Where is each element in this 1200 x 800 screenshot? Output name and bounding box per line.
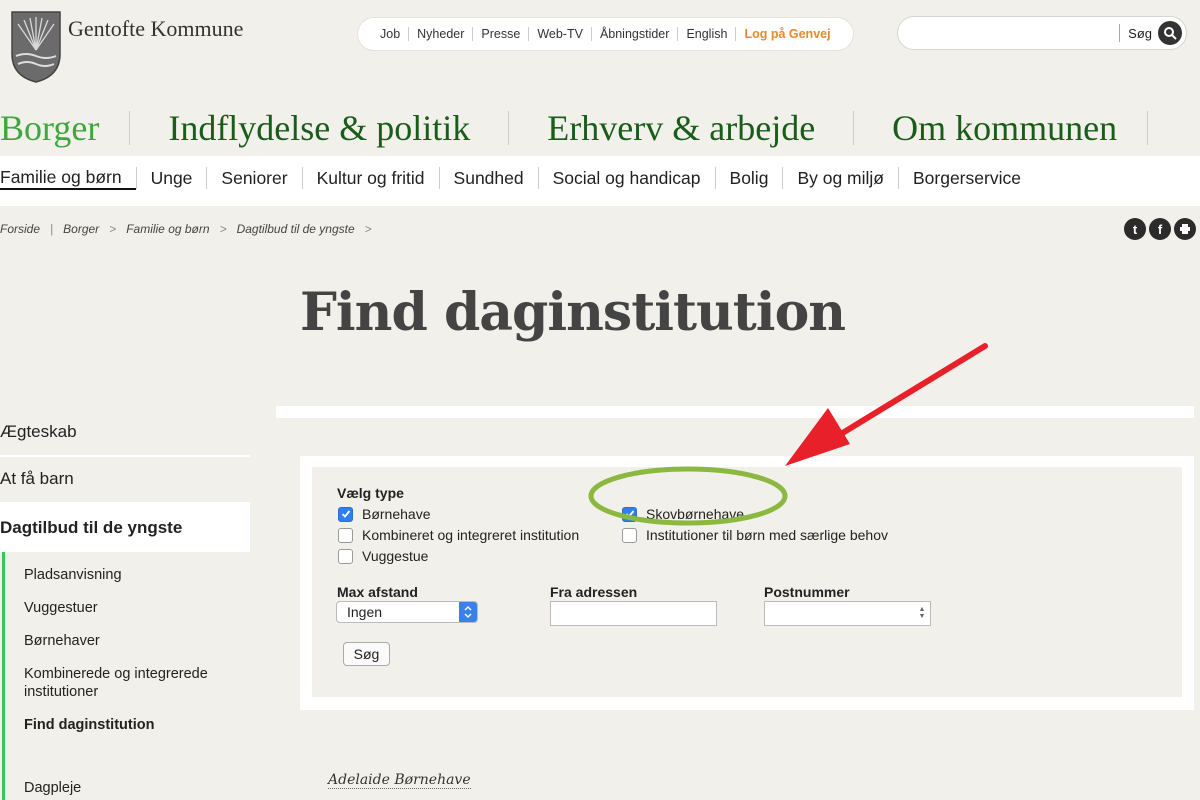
sidebar-subitem-pladsanvisning[interactable]: Pladsanvisning [24, 552, 250, 591]
subnav-social-og-handicap[interactable]: Social og handicap [537, 167, 715, 189]
breadcrumb-separator: > [219, 222, 227, 236]
nav-divider [129, 111, 131, 145]
postal-input[interactable]: ▲ ▼ [764, 601, 931, 626]
nav-divider [853, 111, 855, 145]
main-nav: Borger Indflydelse & politik Erhverv & a… [0, 102, 1200, 154]
utility-link-job[interactable]: Job [372, 27, 408, 41]
checkbox-unchecked[interactable] [338, 527, 353, 543]
utility-link-english[interactable]: English [677, 27, 735, 41]
max-distance-select[interactable]: Ingen [336, 601, 478, 623]
search-submit-button[interactable]: Søg [343, 642, 390, 666]
page-title: Find daginstitution [300, 282, 846, 343]
checkbox-unchecked[interactable] [622, 527, 637, 543]
checkbox-vuggestue[interactable]: Vuggestue [338, 548, 428, 564]
checkbox-checked[interactable] [622, 506, 637, 522]
checkbox-label: Børnehave [362, 506, 431, 522]
checkbox-boernehave[interactable]: Børnehave [338, 506, 430, 522]
checkbox-unchecked[interactable] [338, 548, 353, 564]
sidebar-item-at-faa-barn[interactable]: At få barn [0, 457, 250, 504]
sidebar-subitem-vuggestuer[interactable]: Vuggestuer [24, 591, 250, 624]
sidebar-item-dagtilbud[interactable]: Dagtilbud til de yngste [0, 504, 250, 552]
subnav-bolig[interactable]: Bolig [714, 167, 783, 189]
sidebar-subitem-dagpleje[interactable]: Dagpleje [24, 771, 250, 800]
utility-link-presse[interactable]: Presse [472, 27, 528, 41]
facebook-icon[interactable]: f [1149, 218, 1171, 240]
checkbox-checked[interactable] [338, 506, 353, 522]
breadcrumb-separator: > [109, 222, 117, 236]
sidebar-subitem-find-daginstitution[interactable]: Find daginstitution [24, 708, 250, 741]
max-distance-label: Max afstand [337, 584, 418, 600]
search-button-label[interactable]: Søg [1120, 26, 1158, 41]
checkbox-saerlige-behov[interactable]: Institutioner til børn med særlige behov [622, 527, 888, 543]
logo-text: Gentofte Kommune [68, 16, 244, 41]
content-top-strip [276, 406, 1194, 418]
breadcrumb-separator: | [50, 222, 54, 236]
utility-link-web-tv[interactable]: Web-TV [528, 27, 591, 41]
breadcrumb: Forside | Borger > Familie og børn > Dag… [0, 222, 382, 236]
utility-link-nyheder[interactable]: Nyheder [408, 27, 472, 41]
subnav-seniorer[interactable]: Seniorer [206, 167, 301, 189]
main-nav-borger[interactable]: Borger [0, 107, 99, 149]
utility-nav: Job Nyheder Presse Web-TV Åbningstider E… [358, 18, 853, 50]
breadcrumb-borger[interactable]: Borger [63, 222, 99, 236]
sidebar-subnav: Pladsanvisning Vuggestuer Børnehaver Kom… [2, 552, 250, 800]
address-input[interactable] [550, 601, 717, 626]
postal-label: Postnummer [764, 584, 850, 600]
nav-divider [508, 111, 510, 145]
subnav-by-og-miljoe[interactable]: By og miljø [782, 167, 898, 189]
breadcrumb-forside[interactable]: Forside [0, 222, 40, 236]
select-value: Ingen [347, 604, 383, 620]
checkbox-skovboernehave[interactable]: Skovbørnehave [622, 506, 744, 522]
subnav-unge[interactable]: Unge [135, 167, 207, 189]
coat-of-arms-icon [11, 11, 61, 83]
sidebar: Ægteskab At få barn Dagtilbud til de yng… [0, 410, 250, 800]
subnav-familie-og-boern[interactable]: Familie og børn [0, 166, 136, 190]
breadcrumb-dagtilbud[interactable]: Dagtilbud til de yngste [237, 222, 355, 236]
stepper-icon[interactable]: ▲ ▼ [918, 606, 926, 621]
site-search: Søg [897, 16, 1187, 50]
breadcrumb-separator: > [364, 222, 372, 236]
print-icon[interactable] [1174, 218, 1196, 240]
twitter-icon[interactable]: t [1124, 218, 1146, 240]
logo[interactable]: Gentofte Kommune [10, 10, 243, 84]
checkbox-kombineret[interactable]: Kombineret og integreret institution [338, 527, 579, 543]
main-nav-erhverv-arbejde[interactable]: Erhverv & arbejde [547, 107, 815, 149]
subnav-sundhed[interactable]: Sundhed [438, 167, 538, 189]
main-nav-om-kommunen[interactable]: Om kommunen [892, 107, 1117, 149]
search-input[interactable] [898, 17, 1120, 49]
subnav-kultur-og-fritid[interactable]: Kultur og fritid [301, 167, 439, 189]
search-icon[interactable] [1158, 21, 1182, 45]
annotation-arrow-shaft [815, 343, 988, 451]
main-nav-indflydelse-politik[interactable]: Indflydelse & politik [168, 107, 470, 149]
result-link[interactable]: Adelaide Børnehave [328, 772, 471, 789]
sidebar-subitem-boernehaver[interactable]: Børnehaver [24, 624, 250, 657]
checkbox-label: Vuggestue [362, 548, 429, 564]
search-form [312, 467, 1182, 697]
social-icons: t f [1124, 218, 1196, 240]
sidebar-subitem-kombinerede[interactable]: Kombinerede og integrerede institutioner [24, 657, 250, 708]
sub-nav: Familie og børn Unge Seniorer Kultur og … [0, 166, 1035, 190]
nav-divider [1147, 111, 1149, 145]
checkbox-label: Kombineret og integreret institution [362, 527, 580, 543]
type-label: Vælg type [337, 485, 404, 501]
checkbox-label: Skovbørnehave [646, 506, 745, 522]
utility-link-aabningstider[interactable]: Åbningstider [590, 27, 678, 41]
sidebar-item-aegteskab[interactable]: Ægteskab [0, 410, 250, 457]
login-genvej-link[interactable]: Log på Genvej [735, 27, 838, 41]
breadcrumb-familie-og-boern[interactable]: Familie og børn [126, 222, 209, 236]
checkbox-label: Institutioner til børn med særlige behov [646, 527, 888, 543]
select-arrows-icon[interactable] [459, 602, 477, 622]
subnav-borgerservice[interactable]: Borgerservice [897, 167, 1035, 189]
address-label: Fra adressen [550, 584, 638, 600]
